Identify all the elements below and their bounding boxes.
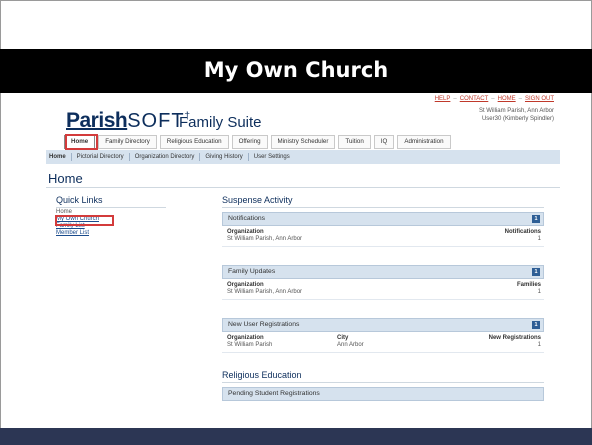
subnav-giving-history[interactable]: Giving History [200,153,249,161]
user-parish: St William Parish, Ann Arbor [478,108,554,114]
contact-link[interactable]: CONTACT [460,96,489,102]
families-value: 1 [537,289,541,295]
notifications-count-value: 1 [537,236,541,242]
new-user-registrations-panel: New User Registrations 1 Organization St… [222,318,544,353]
link-separator: – [491,96,495,102]
new-user-registrations-header[interactable]: New User Registrations 1 [222,318,544,332]
organization-label: Organization [227,282,264,288]
family-updates-body: Organization St William Parish, Ann Arbo… [222,279,544,299]
family-updates-panel: Family Updates 1 Organization St William… [222,265,544,300]
slide-border [0,0,592,1]
parishsoft-logo[interactable]: ParishSOFT† [66,109,190,132]
quick-links-title: Quick Links [56,195,103,205]
user-name: User30 (Kimberly Spindler) [481,116,554,122]
suspense-activity-title: Suspense Activity [222,195,293,205]
organization-label: Organization [227,229,264,235]
subnav-home[interactable]: Home [49,153,72,161]
family-updates-count-badge: 1 [532,268,540,276]
tab-administration[interactable]: Administration [397,135,451,149]
families-label: Families [516,282,541,288]
home-tab-highlight [65,134,98,150]
top-links: HELP – CONTACT – HOME – SIGN OUT [435,96,554,102]
subnav-pictorial-directory[interactable]: Pictorial Directory [72,153,130,161]
notifications-title: Notifications [228,215,266,222]
home-link[interactable]: HOME [498,96,516,102]
new-user-registrations-count-badge: 1 [532,321,540,329]
organization-value: St William Parish, Ann Arbor [227,289,303,295]
tab-family-directory[interactable]: Family Directory [98,135,157,149]
logo-parish-text: Parish [66,109,128,132]
slide-footer-bar [0,428,592,445]
new-registrations-label: New Registrations [488,335,541,341]
notifications-body: Organization St William Parish, Ann Arbo… [222,226,544,246]
divider [222,207,544,208]
divider [46,187,560,188]
notifications-count-label: Notifications [504,229,541,235]
organization-value: St William Parish [227,342,273,348]
quick-link-member-list[interactable]: Member List [56,230,99,237]
pending-registrations-panel: Pending Student Registrations [222,387,544,401]
user-info: St William Parish, Ann Arbor User30 (Kim… [479,107,554,123]
new-user-registrations-title: New User Registrations [228,321,300,328]
new-user-registrations-body: Organization St William Parish City Ann … [222,332,544,352]
app-screenshot: ParishSOFT† Family Suite HELP – CONTACT – HO… [46,94,560,420]
logo-soft-text: SOFT [127,110,185,132]
my-own-church-highlight [55,215,114,226]
panel-footer [222,352,544,353]
main-tabs: Home Family Directory Religious Education O… [64,135,454,149]
tab-tuition[interactable]: Tuition [338,135,371,149]
tab-ministry-scheduler[interactable]: Ministry Scheduler [270,135,336,149]
subnav-user-settings[interactable]: User Settings [249,153,295,161]
city-value: Ann Arbor [337,342,364,348]
suite-name: Family Suite [179,114,262,131]
panel-footer [222,246,544,247]
slide-title: My Own Church [203,58,389,82]
city-label: City [337,335,349,341]
organization-label: Organization [227,335,264,341]
organization-value: St William Parish, Ann Arbor [227,236,303,242]
notifications-header[interactable]: Notifications 1 [222,212,544,226]
link-separator: – [518,96,522,102]
notifications-panel: Notifications 1 Organization St William … [222,212,544,247]
tab-religious-education[interactable]: Religious Education [159,135,229,149]
tab-offering[interactable]: Offering [231,135,268,149]
divider [222,382,544,383]
sub-navigation: Home Pictorial Directory Organization Dire… [46,150,560,164]
panel-footer [222,299,544,300]
subnav-organization-directory[interactable]: Organization Directory [130,153,201,161]
pending-registrations-header[interactable]: Pending Student Registrations [222,387,544,401]
sign-out-link[interactable]: SIGN OUT [525,96,554,102]
tab-iq[interactable]: IQ [373,135,395,149]
new-registrations-value: 1 [537,342,541,348]
notifications-count-badge: 1 [532,215,540,223]
page-title: Home [48,171,83,186]
family-updates-header[interactable]: Family Updates 1 [222,265,544,279]
pending-registrations-title: Pending Student Registrations [228,390,320,397]
divider [56,207,166,208]
family-updates-title: Family Updates [228,268,276,275]
religious-education-title: Religious Education [222,370,302,380]
help-link[interactable]: HELP [435,96,451,102]
link-separator: – [453,96,457,102]
